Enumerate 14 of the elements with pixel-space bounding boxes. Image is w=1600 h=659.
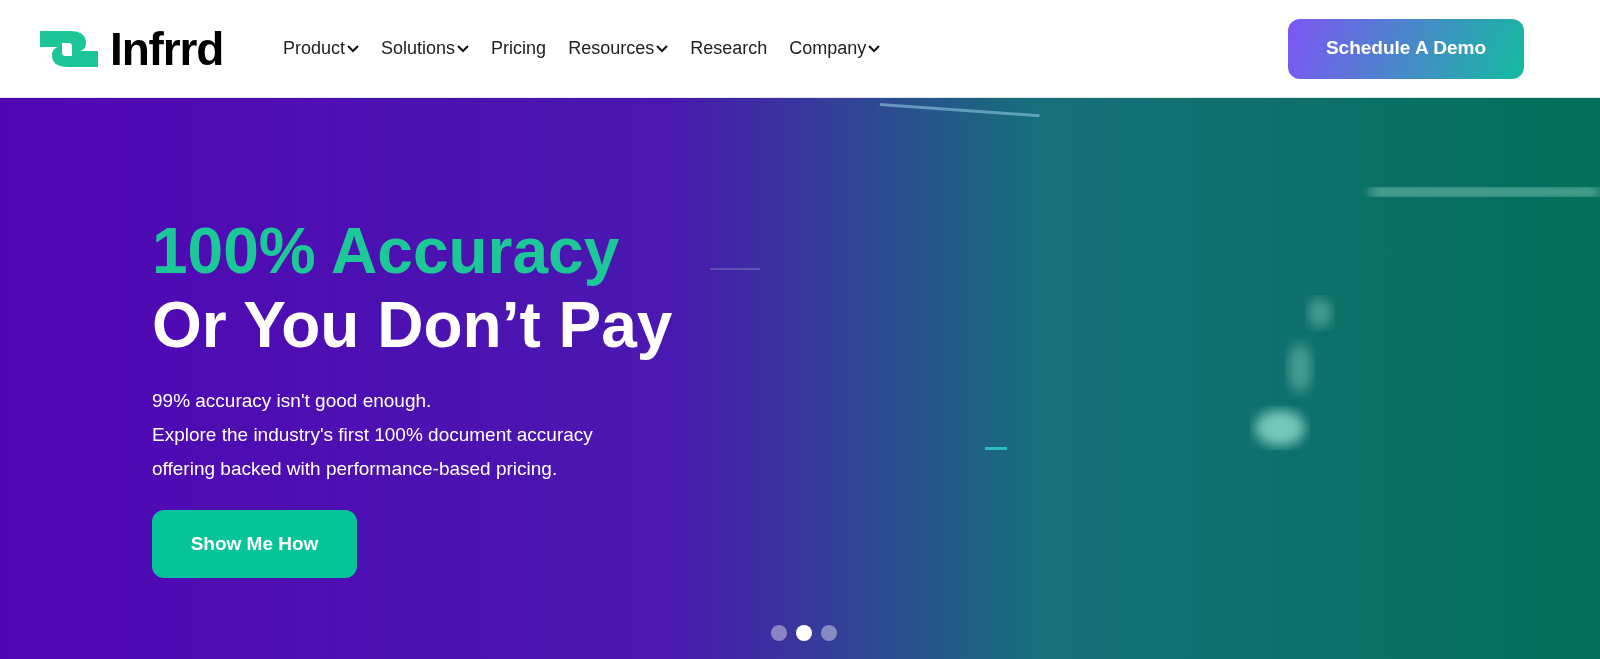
logo-text: Infrrd	[110, 25, 224, 72]
nav-link[interactable]: Resources	[568, 35, 669, 62]
logo-icon	[38, 28, 100, 69]
headline: 100% Accuracy	[152, 214, 620, 288]
schedule-demo-button[interactable]: Schedule A Demo	[1288, 18, 1524, 79]
nav-link[interactable]: Pricing	[491, 35, 547, 62]
nav-link[interactable]: Product	[283, 35, 360, 62]
headline: Or You Don’t Pay	[152, 288, 673, 362]
nav-link[interactable]: Company	[789, 35, 881, 62]
hero-text: offering backed with performance-based pricing.	[152, 457, 558, 481]
nav-link[interactable]: Solutions	[381, 35, 470, 62]
hero-text: Explore the industry's first 100% document accuracy	[152, 423, 593, 447]
nav-link[interactable]: Research	[690, 35, 768, 62]
hero-text: 99% accuracy isn't good enough.	[152, 389, 432, 413]
